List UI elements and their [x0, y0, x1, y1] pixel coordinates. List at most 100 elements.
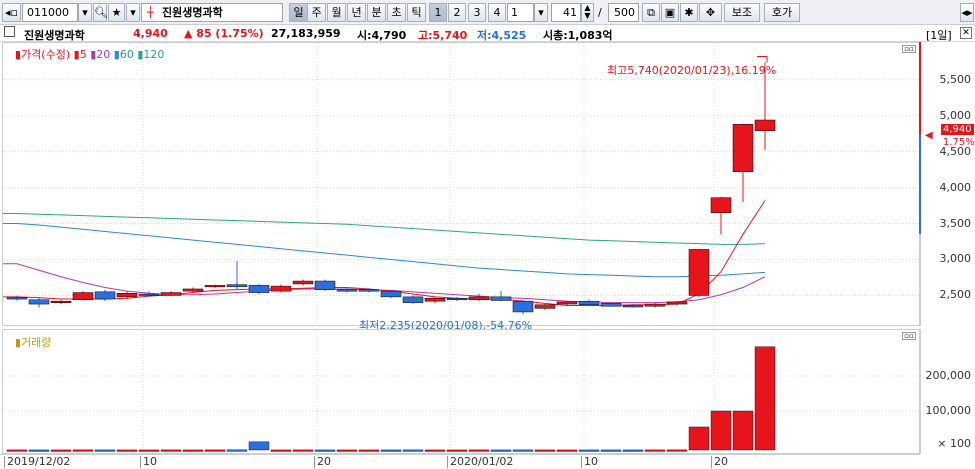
candle-body [512, 300, 534, 313]
candle-body [732, 124, 754, 173]
stock-name-field[interactable]: ┼ 진원생명과학 [141, 3, 283, 22]
volume-bar [468, 449, 490, 452]
favorite-star-icon[interactable]: ★ [108, 3, 125, 22]
settings-icon[interactable]: ✱ [680, 3, 698, 22]
x-label-1: 10 [140, 456, 157, 468]
info-mktcap: 시총:1,083억 [543, 29, 613, 42]
price-legend: ▮가격(수정) ▮5 ▮20 ▮60 ▮120 [15, 48, 165, 61]
volume-bar [336, 449, 358, 452]
quote-button[interactable]: 호가 [764, 3, 800, 22]
candle-body [358, 289, 380, 292]
x-label-2: 20 [314, 456, 331, 468]
candle-body [402, 296, 424, 303]
stock-code-input[interactable]: 011000 [22, 3, 78, 22]
period-button-4[interactable]: 분 [367, 3, 386, 22]
stock-name-text: 진원생명과학 [162, 6, 223, 19]
price-tick-0: 5,500 [939, 72, 972, 86]
price-tick-1: 5,000 [939, 108, 972, 122]
count-input[interactable]: 41 [551, 3, 581, 22]
search-icon[interactable]: 🔍︎ [93, 3, 108, 22]
volume-legend-label: 거래량 [21, 336, 52, 349]
volume-bar [754, 346, 776, 451]
scroll-left-icon[interactable]: ◂▫ [2, 3, 21, 22]
move-icon[interactable]: ✥ [699, 3, 722, 22]
volume-bar [534, 449, 556, 452]
volume-bar [622, 449, 644, 452]
candle-body [226, 284, 248, 288]
period-tab[interactable]: [1일] [926, 27, 952, 43]
candle-body [292, 280, 314, 285]
period-button-3[interactable]: 년 [347, 3, 366, 22]
info-bar: 진원생명과학 4,940 ▲ 85 (1.75%) 27,183,959 시:4… [0, 25, 975, 42]
count-stepper[interactable]: ▲ ▼ [581, 3, 594, 22]
candle-body [490, 296, 512, 301]
code-dropdown-icon[interactable]: ▾ [78, 3, 92, 22]
volume-panel: ▮거래량 ▫▫ [2, 329, 920, 454]
candle-body [666, 301, 688, 305]
volume-bar [72, 449, 94, 452]
volume-bar [138, 449, 160, 452]
vol-tick-100000: 100,000 [925, 404, 972, 417]
dropdown-icon[interactable]: ▾ [126, 3, 140, 22]
candle-body [600, 303, 622, 307]
volume-bar [732, 410, 754, 451]
checkbox[interactable] [4, 26, 15, 37]
add-window-icon[interactable]: ⧉ [642, 3, 660, 22]
volume-bar [270, 449, 292, 452]
number-button-4[interactable]: 4 [488, 3, 506, 22]
close-icon[interactable]: ✕ [960, 27, 972, 39]
volume-bar [160, 449, 182, 452]
price-panel: ▮가격(수정) ▮5 ▮20 ▮60 ▮120 ▫▫ 최고5,740(2020/… [2, 42, 920, 332]
legend-price: 가격(수정) [21, 48, 71, 61]
candle-body [248, 285, 270, 293]
candle-body [754, 119, 776, 132]
legend-ma20: 20 [96, 48, 111, 61]
period-button-2[interactable]: 월 [327, 3, 346, 22]
candle-body [556, 301, 578, 305]
info-low: 저:4,525 [477, 29, 527, 42]
candle-body [534, 304, 556, 309]
number-button-3[interactable]: 3 [468, 3, 486, 22]
candle-body [380, 290, 402, 298]
legend-ma5: 5 [79, 48, 87, 61]
scroll-right-icon[interactable]: ◂▸ [960, 3, 974, 22]
volume-bar [204, 449, 226, 452]
candle-body [688, 249, 710, 296]
interval-dropdown-icon[interactable]: ▾ [534, 3, 548, 22]
aux-button[interactable]: 보조 [724, 3, 760, 22]
current-price-tag: 4,940 [941, 124, 974, 135]
number-button-2[interactable]: 2 [448, 3, 466, 22]
candle-body [50, 300, 72, 303]
volume-panel-maximize-icon[interactable]: ▫▫ [902, 332, 916, 340]
volume-bar [94, 449, 116, 452]
toolbar: ◂▫ 011000 ▾ 🔍︎ ★ ▾ ┼ 진원생명과학 일주월년분초틱 1234… [0, 0, 975, 25]
volume-bar [28, 449, 50, 452]
volume-bar [600, 449, 622, 452]
number-button-1[interactable]: 1 [429, 3, 447, 22]
save-icon[interactable]: ▣ [661, 3, 679, 22]
candle-body [446, 298, 468, 301]
volume-bar [710, 410, 732, 451]
volume-chart [3, 330, 919, 453]
candle-body [424, 298, 446, 302]
candle-body [644, 303, 666, 307]
volume-bar [556, 449, 578, 452]
x-label-0: 2019/12/02 [4, 456, 70, 468]
period-button-5[interactable]: 초 [387, 3, 406, 22]
volume-bar [314, 449, 336, 452]
period-button-1[interactable]: 주 [307, 3, 326, 22]
period-button-0[interactable]: 일 [289, 3, 308, 22]
candle-body [578, 300, 600, 306]
current-price-arrow-icon: ◀ [925, 130, 933, 141]
total-input[interactable]: 500 [608, 3, 639, 22]
candle-body [160, 292, 182, 296]
volume-bar [116, 449, 138, 452]
volume-bar [380, 449, 402, 452]
period-button-6[interactable]: 틱 [407, 3, 426, 22]
price-tick-3: 4,000 [939, 180, 972, 194]
panel-maximize-icon[interactable]: ▫▫ [902, 45, 916, 53]
high-annotation: 최고5,740(2020/01/23),16.19% [607, 64, 777, 77]
interval-input[interactable]: 1 [507, 3, 534, 22]
volume-bar [578, 449, 600, 452]
legend-ma60: 60 [119, 48, 134, 61]
